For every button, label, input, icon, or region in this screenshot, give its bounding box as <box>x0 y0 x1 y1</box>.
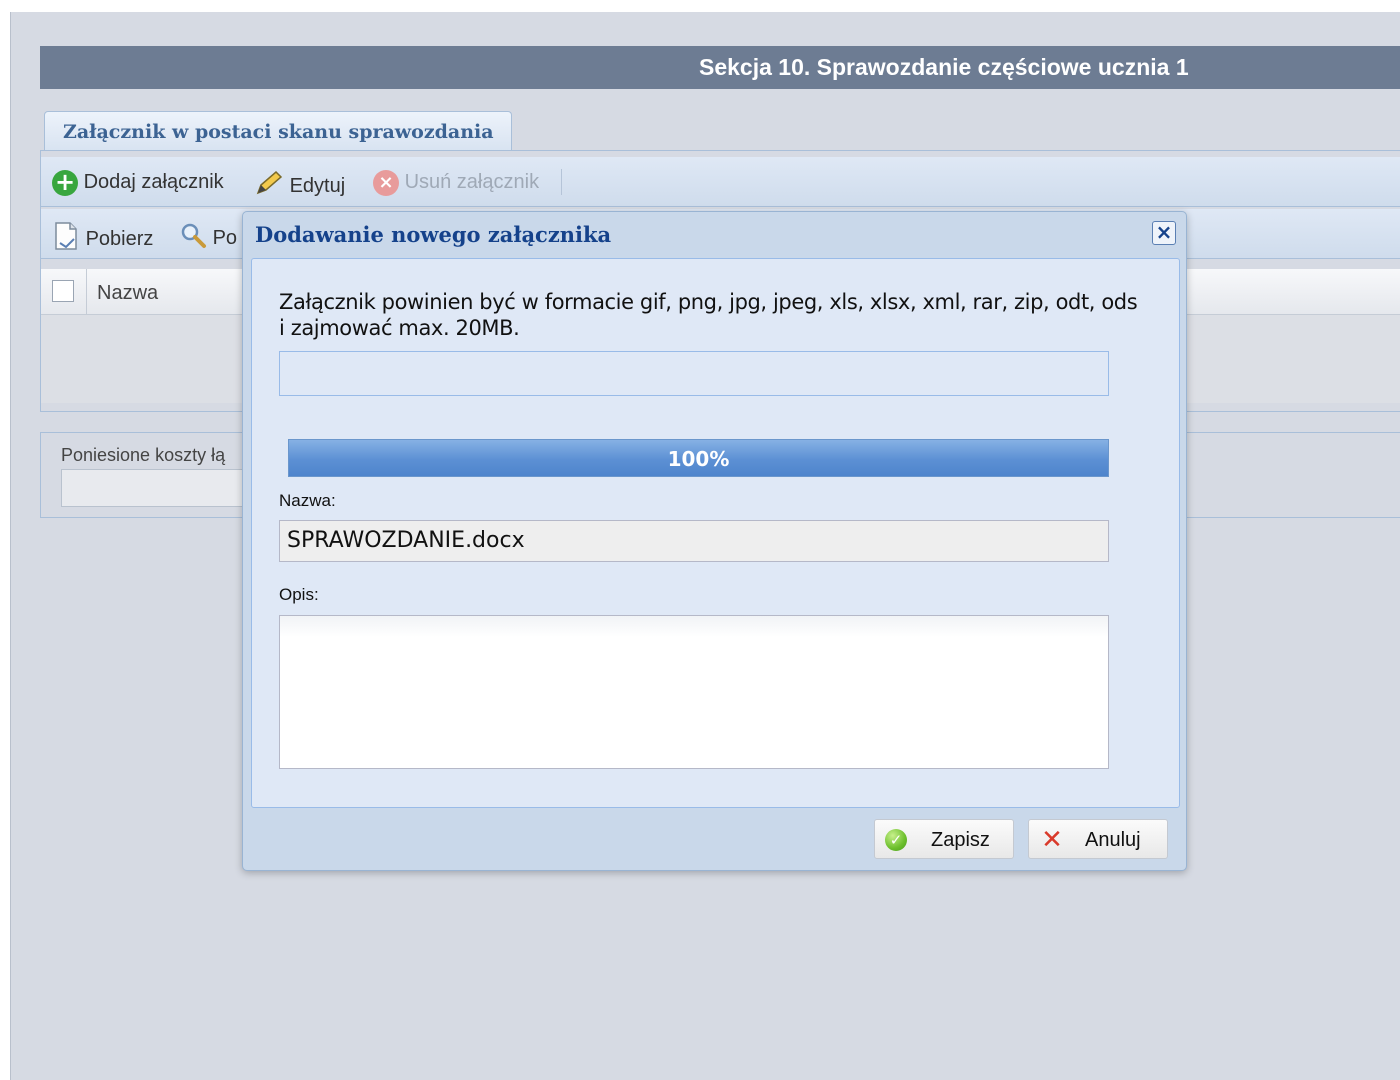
check-circle-icon: ✓ <box>885 829 907 851</box>
document-download-icon <box>52 221 80 258</box>
edit-button[interactable]: Edytuj <box>254 169 346 197</box>
delete-attachment-button[interactable]: × Usuń załącznik <box>373 169 540 196</box>
toolbar-separator <box>561 169 562 195</box>
grid-column-name[interactable]: Nazwa <box>97 282 158 305</box>
name-field[interactable]: SPRAWOZDANIE.docx <box>279 520 1109 562</box>
add-attachment-dialog: Dodawanie nowego załącznika × Załącznik … <box>242 211 1187 871</box>
format-info-text: Załącznik powinien być w formacie gif, p… <box>279 290 1138 340</box>
preview-label: Po <box>212 226 238 249</box>
select-all-checkbox[interactable] <box>52 280 74 302</box>
description-label: Opis: <box>279 585 319 604</box>
grid-column-separator <box>86 269 87 315</box>
progress-text: 100% <box>667 447 730 471</box>
add-attachment-button[interactable]: + Dodaj załącznik <box>52 169 224 196</box>
download-label: Pobierz <box>85 227 154 250</box>
section-header: Sekcja 10. Sprawozdanie częściowe ucznia… <box>40 46 1400 89</box>
section-title: Sekcja 10. Sprawozdanie częściowe ucznia… <box>699 54 1189 80</box>
tab-attachment-scan[interactable]: Załącznik w postaci skanu sprawozdania <box>44 111 512 151</box>
download-button[interactable]: Pobierz <box>52 221 154 250</box>
preview-button[interactable]: Po <box>179 221 238 249</box>
description-field[interactable] <box>279 615 1109 769</box>
attachment-toolbar: + Dodaj załącznik Edytuj × Usuń załączni… <box>41 157 1400 207</box>
dialog-title: Dodawanie nowego załącznika <box>255 222 612 247</box>
file-upload-field[interactable] <box>279 351 1109 396</box>
name-label: Nazwa: <box>279 491 336 510</box>
magnifier-icon <box>179 221 207 256</box>
save-label: Zapisz <box>931 829 990 851</box>
edit-label: Edytuj <box>289 174 346 197</box>
upload-progress-bar: 100% <box>288 439 1109 477</box>
plus-circle-icon: + <box>52 169 78 196</box>
tab-label: Załącznik w postaci skanu sprawozdania <box>63 121 494 143</box>
dialog-body: Załącznik powinien być w formacie gif, p… <box>251 258 1180 808</box>
close-icon[interactable]: × <box>1152 221 1176 245</box>
cancel-label: Anuluj <box>1085 829 1141 851</box>
costs-label: Poniesione koszty łą <box>61 445 226 465</box>
delete-circle-icon: × <box>373 169 399 196</box>
cancel-button[interactable]: ✕ Anuluj <box>1028 819 1168 859</box>
save-button[interactable]: ✓ Zapisz <box>874 819 1014 859</box>
red-x-icon: ✕ <box>1041 825 1063 855</box>
add-attachment-label: Dodaj załącznik <box>83 171 224 193</box>
pencil-icon <box>254 169 284 204</box>
delete-attachment-label: Usuń załącznik <box>404 171 540 193</box>
